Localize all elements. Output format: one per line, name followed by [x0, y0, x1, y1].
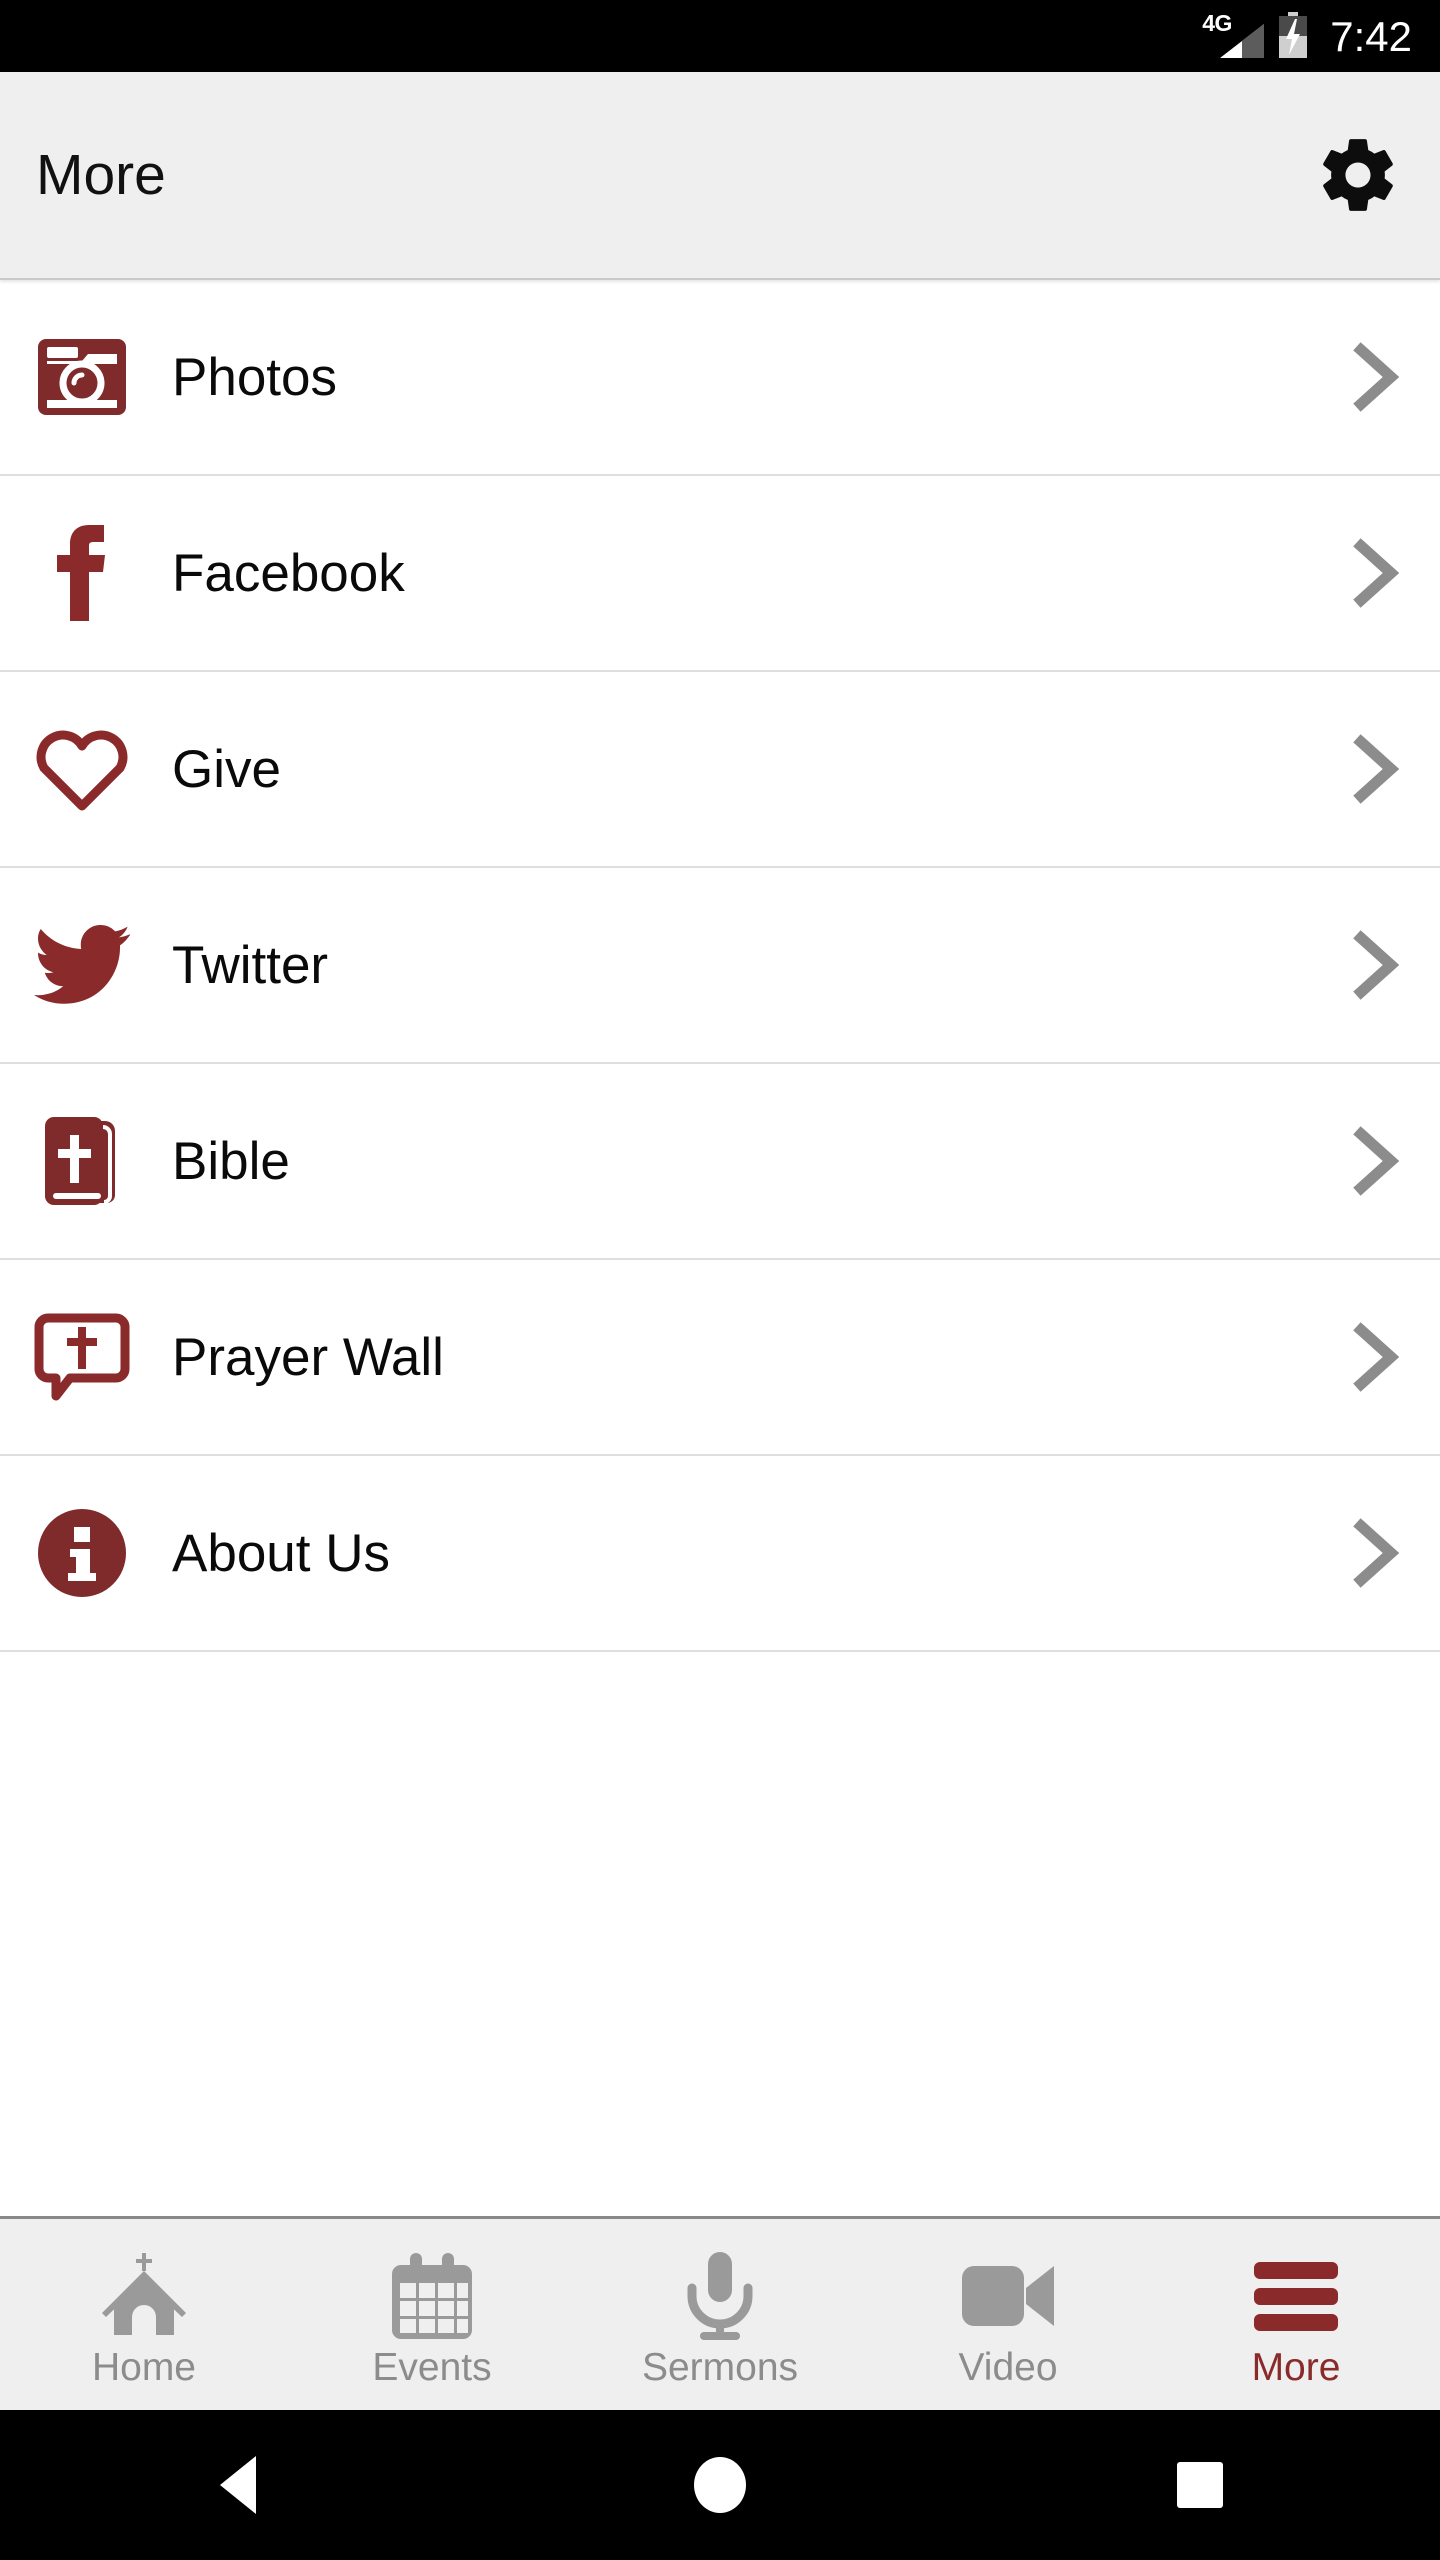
tab-more[interactable]: More — [1152, 2219, 1440, 2410]
tab-events[interactable]: Events — [288, 2219, 576, 2410]
tab-label: Sermons — [641, 2346, 799, 2389]
list-item-prayer-wall[interactable]: Prayer Wall — [0, 1260, 1440, 1456]
home-button[interactable] — [645, 2410, 795, 2560]
twitter-bird-icon — [34, 917, 130, 1013]
bible-book-icon — [34, 1113, 130, 1209]
list-item-facebook[interactable]: Facebook — [0, 476, 1440, 672]
recents-button[interactable] — [1125, 2410, 1275, 2560]
list-item-give[interactable]: Give — [0, 672, 1440, 868]
chevron-right-icon — [1348, 342, 1404, 412]
tab-label: Home — [91, 2346, 197, 2389]
settings-button[interactable] — [1310, 127, 1406, 223]
bottom-tab-bar: Home Events Sermons Video More — [0, 2216, 1440, 2410]
camcorder-icon — [960, 2250, 1056, 2342]
list-item-label: Twitter — [172, 935, 329, 995]
tab-label: Events — [372, 2346, 492, 2389]
signal-bars-glyph — [1220, 24, 1265, 58]
list-item-photos[interactable]: Photos — [0, 280, 1440, 476]
list-item-bible[interactable]: Bible — [0, 1064, 1440, 1260]
calendar-icon — [388, 2250, 476, 2342]
heart-outline-icon — [34, 721, 130, 817]
phone-screen: 4G 7:42 More Photos Facebook Give Twitte… — [0, 0, 1440, 2560]
chevron-right-icon — [1348, 1322, 1404, 1392]
info-circle-icon — [34, 1505, 130, 1601]
list-item-label: Prayer Wall — [172, 1327, 444, 1387]
status-bar: 4G 7:42 — [0, 0, 1440, 72]
prayer-bubble-icon — [34, 1309, 130, 1405]
square-recents-icon — [1177, 2462, 1223, 2508]
church-icon — [98, 2250, 190, 2342]
chevron-right-icon — [1348, 734, 1404, 804]
list-item-label: Photos — [172, 347, 338, 407]
more-menu-list: Photos Facebook Give Twitter Bible Praye… — [0, 280, 1440, 2216]
hamburger-icon — [1252, 2250, 1340, 2342]
gear-icon — [1323, 139, 1393, 211]
circle-home-icon — [694, 2457, 746, 2513]
facebook-icon — [34, 525, 130, 621]
list-item-label: Facebook — [172, 543, 405, 603]
chevron-right-icon — [1348, 930, 1404, 1000]
list-item-label: Give — [172, 739, 281, 799]
battery-charging-icon — [1279, 12, 1308, 58]
list-item-label: About Us — [172, 1523, 391, 1583]
list-item-twitter[interactable]: Twitter — [0, 868, 1440, 1064]
list-item-label: Bible — [172, 1131, 290, 1191]
back-button[interactable] — [165, 2410, 315, 2560]
android-navigation-bar — [0, 2410, 1440, 2560]
app-header: More — [0, 72, 1440, 280]
status-bar-clock: 7:42 — [1330, 13, 1412, 60]
list-item-about-us[interactable]: About Us — [0, 1456, 1440, 1652]
status-bar-right-group: 4G 7:42 — [1202, 12, 1412, 60]
chevron-right-icon — [1348, 1126, 1404, 1196]
tab-video[interactable]: Video — [864, 2219, 1152, 2410]
page-title: More — [36, 143, 166, 207]
triangle-back-icon — [220, 2456, 256, 2514]
chevron-right-icon — [1348, 1518, 1404, 1588]
tab-sermons[interactable]: Sermons — [576, 2219, 864, 2410]
signal-triangle-icon: 4G — [1202, 12, 1265, 60]
chevron-right-icon — [1348, 538, 1404, 608]
camera-icon — [34, 329, 130, 425]
microphone-icon — [684, 2250, 756, 2342]
tab-label: Video — [958, 2346, 1058, 2389]
tab-label: More — [1251, 2346, 1341, 2389]
tab-home[interactable]: Home — [0, 2219, 288, 2410]
